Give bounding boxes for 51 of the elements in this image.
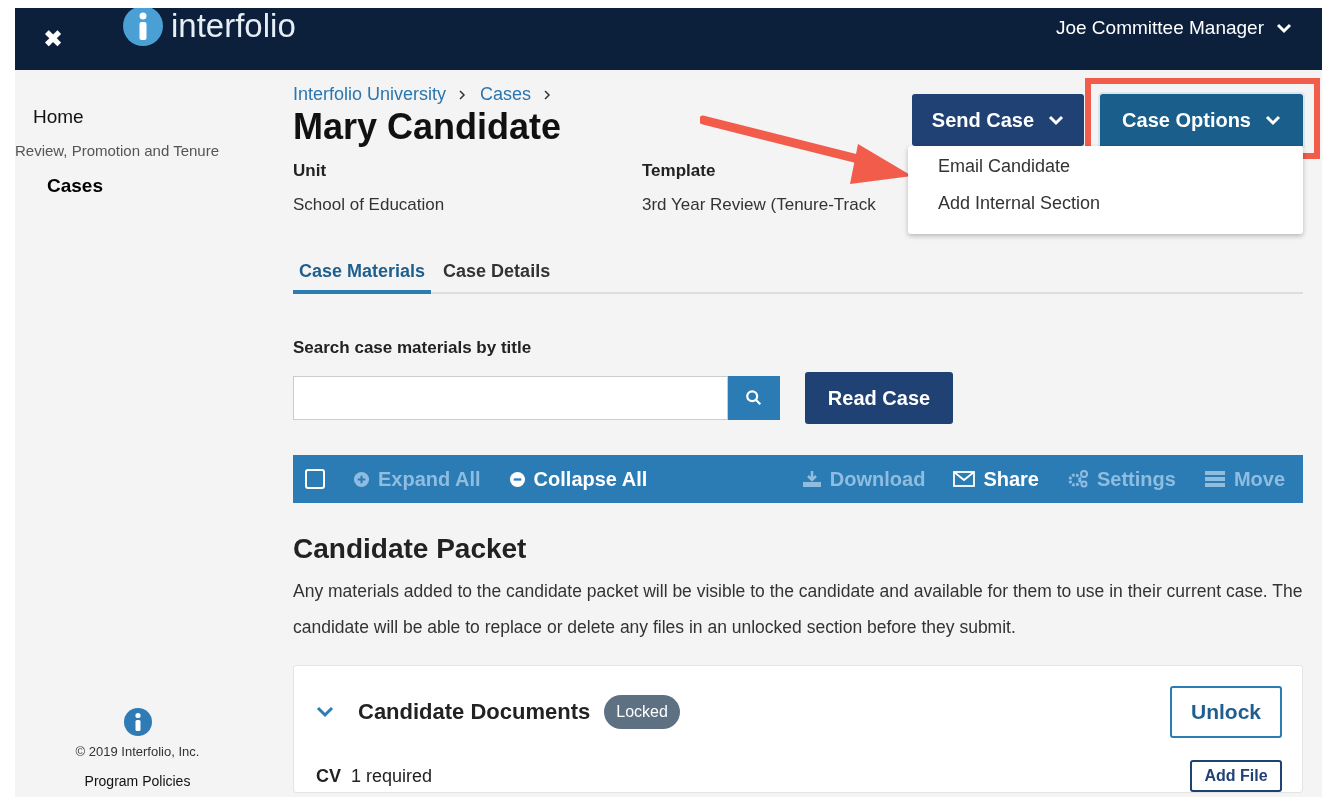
toolbar-button[interactable]: Collapse All	[508, 467, 648, 491]
toolbar-button[interactable]: Share	[953, 467, 1039, 491]
search-field[interactable]	[293, 376, 728, 420]
status-badge: Locked	[604, 695, 680, 729]
field-value: 3rd Year Review (Tenure-Track	[642, 195, 876, 215]
field-label: Unit	[293, 161, 327, 181]
sidebar-item[interactable]: Cases	[29, 175, 103, 197]
document-name: CV	[316, 765, 341, 787]
read-case-button[interactable]: Read Case	[805, 372, 953, 424]
add-file-button[interactable]: Add File	[1190, 760, 1282, 792]
minus-circle-icon	[508, 470, 526, 488]
search-icon	[745, 389, 763, 407]
page-title: Mary Candidate	[293, 105, 562, 149]
field-label: Template	[642, 161, 716, 181]
chevron-right-icon	[543, 88, 552, 101]
download-icon	[801, 470, 822, 488]
stacked-bars-icon	[1203, 470, 1226, 488]
breadcrumb-link[interactable]: Interfolio University	[293, 84, 447, 105]
search-label: Search case materials by title	[293, 338, 533, 358]
search-button[interactable]	[728, 376, 780, 420]
chevron-down-icon	[1276, 22, 1292, 34]
menu-item[interactable]: Email Candidate	[908, 152, 1303, 189]
select-all-checkbox[interactable]	[305, 469, 325, 489]
chevron-down-icon[interactable]	[316, 706, 334, 718]
program-policies-link[interactable]: Program Policies	[84, 773, 191, 789]
chevron-right-icon	[458, 88, 467, 101]
menu-item[interactable]: Add Internal Section	[908, 189, 1303, 226]
copyright-text: © 2019 Interfolio, Inc.	[75, 744, 200, 759]
plus-circle-icon	[353, 470, 370, 488]
field-value: School of Education	[293, 195, 445, 215]
description-text: Any materials added to the candidate packet will be visible to the candidate and available for them to use in their current case. The candidate will be able to replace or delete any files in an unlocked section before they submit.	[293, 580, 1303, 639]
dropdown-button[interactable]: Send Case	[911, 94, 1085, 146]
chevron-down-icon	[1265, 114, 1281, 126]
section-title: Candidate Documents	[358, 699, 591, 725]
close-button[interactable]: ✖	[43, 27, 63, 51]
tab[interactable]: Case Details	[437, 257, 557, 294]
chevron-down-icon	[1048, 114, 1065, 126]
requirement-text: 1 required	[351, 765, 433, 787]
gears-icon	[1066, 469, 1089, 489]
tab[interactable]: Case Materials	[293, 257, 432, 294]
sidebar-item[interactable]: Home	[15, 106, 84, 128]
unlock-button[interactable]: Unlock	[1170, 686, 1282, 738]
user-menu[interactable]: Joe Committee Manager	[1049, 16, 1298, 40]
section-heading: Candidate Packet	[293, 533, 528, 565]
brand-name: interfolio	[171, 8, 296, 45]
envelope-icon	[953, 471, 976, 487]
sidebar-heading: Review, Promotion and Tenure	[15, 142, 219, 159]
dropdown-button[interactable]: Case Options	[1100, 94, 1303, 146]
info-icon	[123, 708, 152, 736]
breadcrumb-link[interactable]: Cases	[480, 84, 532, 105]
info-logo-icon	[123, 8, 163, 46]
